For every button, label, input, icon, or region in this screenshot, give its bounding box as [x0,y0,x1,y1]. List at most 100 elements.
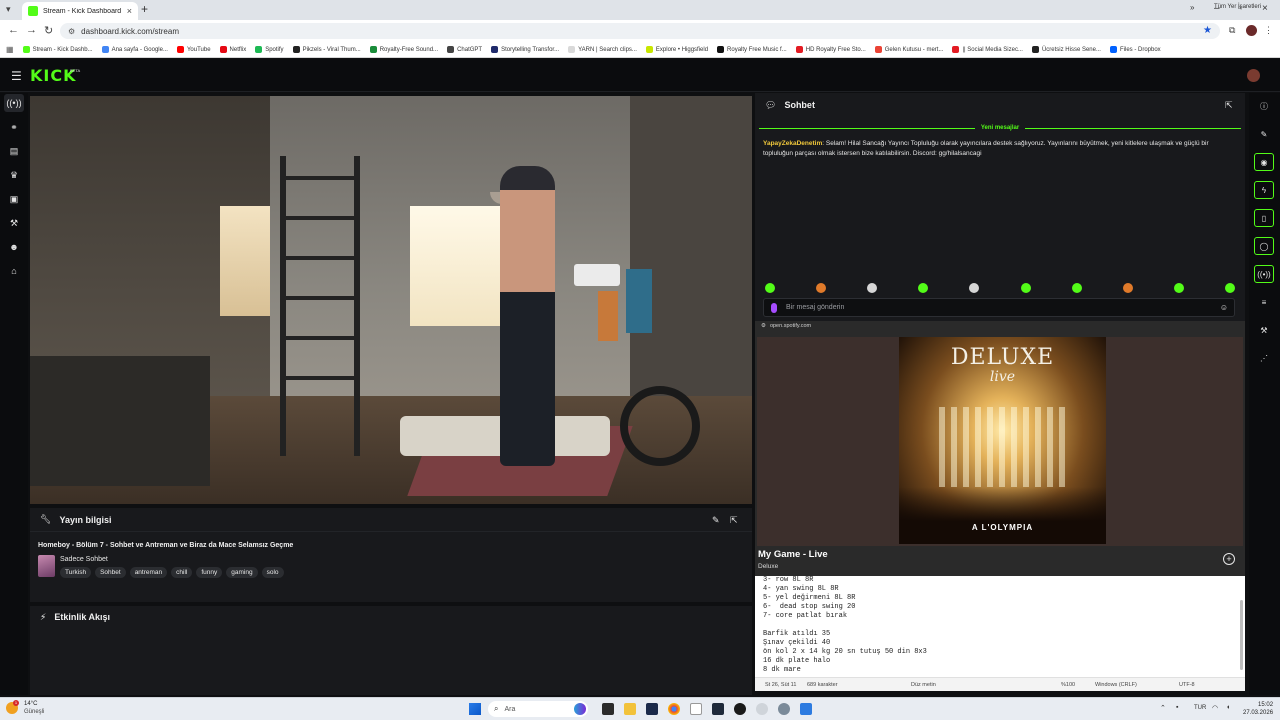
pencil-icon[interactable]: ✎ [1254,125,1274,143]
camera-icon[interactable]: ◉ [1254,153,1274,171]
tab-list-icon[interactable]: ▾ [6,4,11,15]
tag-chip[interactable]: chill [171,567,193,578]
emote-icon[interactable] [1071,283,1082,293]
tag-chip[interactable]: antreman [129,567,168,578]
emoji-picker-icon[interactable]: ☺ [1220,303,1228,312]
emote-icon[interactable] [969,283,980,293]
tray-app-icon[interactable]: ▪ [1176,704,1178,711]
settings-gear-icon[interactable] [756,703,768,715]
notepad-window[interactable]: 3- row 8L 8R 4- yan swing 8L 8R 5- yel değ… [755,576,1245,691]
clipboard-icon[interactable]: ▯ [1254,209,1274,227]
obs-icon[interactable] [712,703,724,715]
broadcast-icon[interactable]: ((•)) [1254,265,1274,283]
notepad-scrollbar[interactable] [1240,600,1243,670]
emote-icon[interactable] [765,283,775,293]
emote-icon[interactable] [918,283,929,293]
popup-settings-icon[interactable]: ⚙ [761,323,766,329]
back-icon[interactable]: ← [8,24,19,36]
notepad-taskbar-icon[interactable] [690,703,702,715]
chat-username[interactable]: YapayZekaDenetim [763,140,822,147]
chat-bubble-icon[interactable]: ◯ [1254,237,1274,255]
edit-pencil-icon[interactable]: ✎ [712,515,720,526]
chat-popout-icon[interactable]: ⇱ [1225,100,1233,111]
start-button-icon[interactable] [469,703,481,715]
bookmark-item[interactable]: YouTube [176,46,211,53]
menu-icon[interactable]: ⋮ [1264,25,1273,36]
bookmark-item[interactable]: Ana sayfa - Google... [101,46,168,53]
link-icon[interactable]: ⚭ [4,118,24,136]
reload-icon[interactable]: ↻ [44,24,53,37]
stack-icon[interactable]: ≡ [1254,293,1274,311]
info-icon[interactable]: ⓘ [1254,97,1274,115]
chat-input[interactable]: Bir mesaj gönderin ☺ [763,298,1235,317]
chrome-icon[interactable] [668,703,680,715]
bookmark-item[interactable]: Storytelling Transfor... [491,46,559,53]
close-window-icon[interactable]: × [1262,3,1268,14]
hamburger-menu-icon[interactable]: ☰ [11,69,22,83]
wifi-icon[interactable]: ◠ [1212,704,1218,712]
artist-name[interactable]: Deluxe [758,563,778,570]
album-cover[interactable]: DELUXE live A L'OLYMPIA [899,337,1106,544]
bookmark-item[interactable]: Royalty-Free Sound... [369,46,438,53]
emote-icon[interactable] [1020,283,1031,293]
user-avatar[interactable] [1247,69,1260,82]
popout-icon[interactable]: ⇱ [730,515,738,526]
language-indicator[interactable]: TUR [1194,705,1206,711]
track-title[interactable]: My Game - Live [758,549,828,560]
tag-chip[interactable]: solo [261,567,284,578]
tray-chevron-icon[interactable]: ⌃ [1160,704,1166,712]
bookmark-item[interactable]: ChatGPT [447,46,482,53]
bookmark-item[interactable]: YARN | Search clips... [568,46,637,53]
tag-chip[interactable]: Turkish [60,567,92,578]
speaker-icon[interactable]: ◖ [1226,704,1230,711]
users-icon[interactable]: ☻ [4,238,24,256]
site-info-icon[interactable]: ⚙ [68,27,75,36]
apps-grid-icon[interactable]: ▦ [6,45,14,54]
bookmark-item[interactable]: Explore • Higgsfield [645,46,708,53]
store-icon[interactable] [646,703,658,715]
file-explorer-icon[interactable] [624,703,636,715]
notepad-text[interactable]: 3- row 8L 8R 4- yan swing 8L 8R 5- yel değ… [763,576,1233,675]
emote-icon[interactable] [816,283,827,293]
more-bookmarks-button[interactable]: » [1190,3,1194,12]
emote-icon[interactable] [867,283,878,293]
app-gear-icon[interactable] [778,703,790,715]
task-view-icon[interactable] [602,703,614,715]
emote-icon[interactable] [1173,283,1184,293]
bookmark-item[interactable]: Royalty Free Music f... [717,46,787,53]
taskbar-search[interactable]: ⌕ Ara [488,701,588,717]
profile-avatar-icon[interactable] [1246,25,1257,36]
trophy-icon[interactable]: ♛ [4,166,24,184]
wrench-icon[interactable]: ⚒ [1254,321,1274,339]
widgets-icon[interactable] [574,703,586,715]
forward-icon[interactable]: → [26,24,37,36]
broadcast-icon[interactable]: ((•)) [4,94,24,112]
app-icon[interactable] [734,703,746,715]
bot-icon[interactable]: ⌂ [4,262,24,280]
share-icon[interactable]: ⋰ [1254,349,1274,367]
bookmark-item[interactable]: Netflix [219,46,246,53]
layout-icon[interactable]: ▤ [4,142,24,160]
browser-tab-kick[interactable]: Stream - Kick Dashboard × [22,2,138,20]
bookmark-item[interactable]: Stream - Kick Dashb... [22,46,93,53]
all-bookmarks-button[interactable]: Tüm Yer İşaretleri [1214,4,1261,10]
bookmark-item[interactable]: Gelen Kutusu - mert... [874,46,943,53]
bookmark-item[interactable]: HD Royalty Free Sto... [795,46,866,53]
clock[interactable]: 15:02 27.03.2026 [1243,701,1273,717]
bookmark-item[interactable]: Spotify [255,46,284,53]
bolt-icon[interactable]: ϟ [1254,181,1274,199]
emote-icon[interactable] [1224,283,1235,293]
emote-icon[interactable] [1122,283,1133,293]
bookmark-item[interactable]: Files - Dropbox [1109,46,1161,53]
bookmark-item[interactable]: Ücretsiz Hisse Sene... [1031,46,1101,53]
extensions-icon[interactable]: ⧉ [1229,25,1235,36]
tag-chip[interactable]: funny [196,567,223,578]
wrench-icon[interactable]: ⚒ [4,214,24,232]
tag-chip[interactable]: Sohbet [95,567,126,578]
tag-chip[interactable]: gaming [226,567,258,578]
stream-preview-video[interactable] [30,96,752,504]
add-to-library-icon[interactable]: + [1223,553,1235,565]
close-tab-icon[interactable]: × [127,6,132,16]
new-tab-button[interactable]: + [141,2,148,16]
bookmark-star-icon[interactable]: ★ [1203,25,1212,36]
